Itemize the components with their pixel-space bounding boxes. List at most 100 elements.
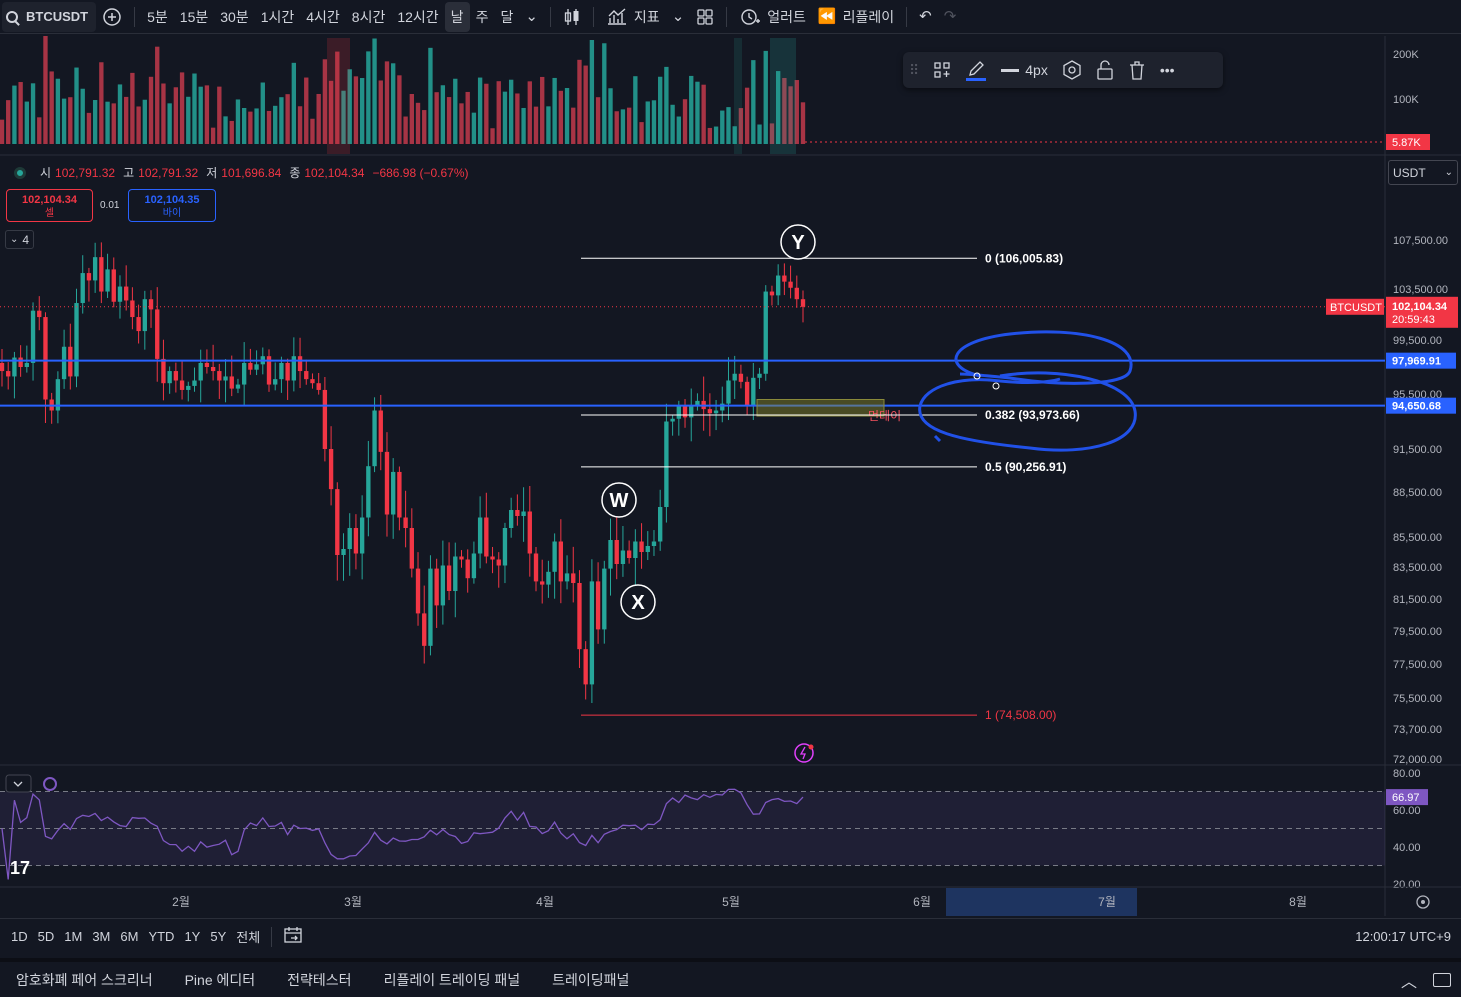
volume-bar xyxy=(639,122,644,144)
interval-12h[interactable]: 12시간 xyxy=(391,2,444,32)
buy-button[interactable]: 102,104.35 바이 xyxy=(128,189,216,222)
candle-body xyxy=(328,449,334,490)
tab-replay-trading[interactable]: 리플레이 트레이딩 패널 xyxy=(368,970,537,990)
candle-body xyxy=(37,310,42,318)
interval-30m[interactable]: 30분 xyxy=(214,2,254,32)
volume-bar xyxy=(477,77,483,144)
candle-body xyxy=(546,571,551,585)
bottom-panel-tabs: 암호화폐 페어 스크리너 Pine 에디터 전략테스터 리플레이 트레이딩 패널… xyxy=(0,958,1461,997)
time-tick: 7월 xyxy=(1098,895,1116,909)
line-color-button[interactable] xyxy=(965,59,987,81)
interval-8h[interactable]: 8시간 xyxy=(346,2,392,32)
volume-bar xyxy=(595,97,601,144)
alert-button[interactable]: 얼러트 xyxy=(733,2,812,32)
currency-select[interactable]: USDT ⌄ xyxy=(1388,160,1458,185)
interval-15m[interactable]: 15분 xyxy=(174,2,214,32)
object-tree-button[interactable] xyxy=(933,61,951,79)
volume-bar xyxy=(192,73,197,144)
redo-button[interactable]: ↷ xyxy=(938,2,963,32)
range-ytd[interactable]: YTD xyxy=(143,929,179,944)
more-button[interactable]: ••• xyxy=(1160,62,1175,78)
volume-bar xyxy=(55,78,61,144)
candle-body xyxy=(24,362,30,367)
symbol-search-button[interactable]: BTCUSDT xyxy=(2,1,97,32)
range-1d[interactable]: 1D xyxy=(6,929,33,944)
range-all[interactable]: 전체 xyxy=(231,927,265,946)
rsi-indicator-icon xyxy=(43,777,57,791)
volume-bar xyxy=(620,109,626,144)
currency-value: USDT xyxy=(1393,165,1426,180)
rsi-tick: 20.00 xyxy=(1393,879,1421,891)
range-5d[interactable]: 5D xyxy=(33,929,60,944)
volume-bar xyxy=(297,106,303,144)
range-5y[interactable]: 5Y xyxy=(205,929,231,944)
tab-pine-editor[interactable]: Pine 에디터 xyxy=(169,970,272,990)
volume-bar xyxy=(217,86,222,144)
settings-button[interactable] xyxy=(1062,60,1082,80)
chart-type-button[interactable] xyxy=(557,2,587,32)
volume-bar xyxy=(304,77,309,144)
candle-body xyxy=(161,358,166,384)
range-1m[interactable]: 1M xyxy=(59,929,87,944)
interval-4h[interactable]: 4시간 xyxy=(300,2,346,32)
volume-highlight xyxy=(734,38,742,154)
volume-bar xyxy=(86,112,92,144)
volume-bar xyxy=(533,106,539,144)
tab-strategy-tester[interactable]: 전략테스터 xyxy=(271,970,367,990)
volume-bar xyxy=(24,101,30,144)
replay-button[interactable]: ⏪ 리플레이 xyxy=(812,2,900,32)
volume-bar xyxy=(577,59,582,144)
volume-bar xyxy=(701,84,706,144)
candle-body xyxy=(515,510,520,516)
delete-button[interactable] xyxy=(1128,60,1146,80)
volume-bar xyxy=(111,103,116,144)
volume-bar xyxy=(0,119,5,144)
volume-bars-group xyxy=(0,36,806,145)
timezone-clock[interactable]: 12:00:17 UTC+9 xyxy=(1355,929,1451,944)
range-1y[interactable]: 1Y xyxy=(179,929,205,944)
volume-bar xyxy=(589,40,595,144)
range-3m[interactable]: 3M xyxy=(87,929,115,944)
tab-crypto-screener[interactable]: 암호화폐 페어 스크리너 xyxy=(0,970,169,990)
templates-dropdown[interactable]: ⌄ xyxy=(666,2,691,32)
volume-bar xyxy=(626,107,632,144)
volume-bar xyxy=(409,93,414,144)
goto-date-button[interactable] xyxy=(278,926,308,947)
candle-body xyxy=(86,273,92,281)
interval-1d[interactable]: 날 xyxy=(444,1,470,32)
candle-body xyxy=(192,380,197,386)
indicators-label: 지표 xyxy=(633,8,660,25)
maximize-icon[interactable] xyxy=(1433,972,1451,987)
tab-trading-panel[interactable]: 트레이딩패널 xyxy=(536,970,645,990)
drawing-toolbar: ⠿ 4px ••• xyxy=(903,52,1223,88)
interval-1mo[interactable]: 달 xyxy=(494,2,519,32)
drag-handle-icon[interactable]: ⠿ xyxy=(909,62,919,79)
volume-bar xyxy=(68,97,73,144)
candle-body xyxy=(229,376,234,389)
undo-button[interactable]: ↶ xyxy=(913,2,938,32)
interval-5m[interactable]: 5분 xyxy=(141,2,174,32)
interval-1h[interactable]: 1시간 xyxy=(255,2,301,32)
range-6m[interactable]: 6M xyxy=(115,929,143,944)
candle-body xyxy=(502,528,508,566)
indicators-collapse-button[interactable]: ⌄ 4 xyxy=(5,230,34,249)
volume-bar xyxy=(204,85,210,144)
lock-button[interactable] xyxy=(1096,60,1114,80)
indicators-button[interactable]: 지표 xyxy=(600,2,666,32)
volume-bar xyxy=(527,81,532,144)
candle-body xyxy=(235,384,241,389)
sell-button[interactable]: 102,104.34 셀 xyxy=(6,189,93,222)
price-tick: 103,500.00 xyxy=(1393,284,1448,296)
volume-bar xyxy=(397,75,402,144)
line-width-button[interactable]: 4px xyxy=(1001,61,1048,79)
rsi-tick: 40.00 xyxy=(1393,842,1421,854)
volume-bar xyxy=(6,100,11,144)
interval-dropdown[interactable]: ⌄ xyxy=(519,2,544,32)
volume-bar xyxy=(378,80,383,144)
interval-1w[interactable]: 주 xyxy=(470,2,495,32)
candle-body xyxy=(589,581,595,685)
layouts-button[interactable] xyxy=(690,2,720,32)
market-status-icon[interactable] xyxy=(14,166,26,179)
compare-add-button[interactable] xyxy=(96,2,128,32)
chevron-up-icon[interactable]: ︿ xyxy=(1401,968,1417,992)
